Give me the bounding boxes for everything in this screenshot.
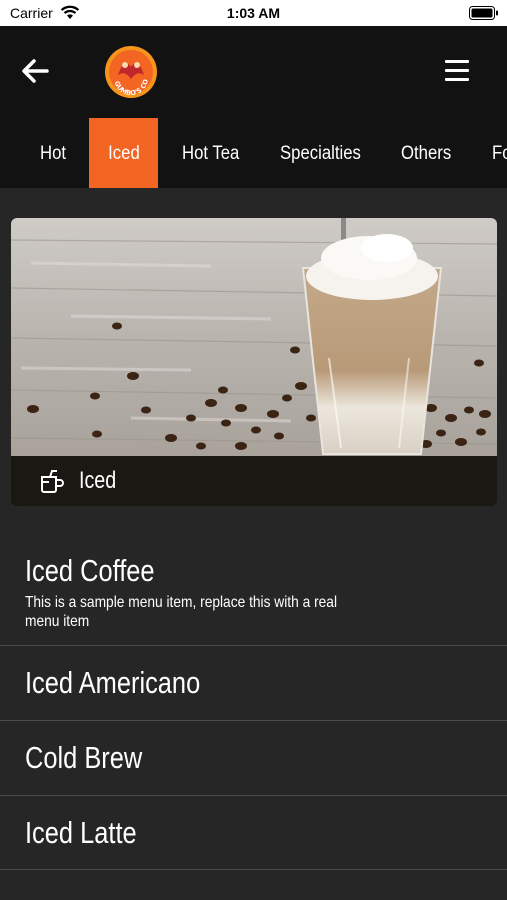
status-bar: Carrier 1:03 AM (0, 0, 507, 26)
tab-iced[interactable]: Iced (89, 118, 158, 188)
back-arrow-icon[interactable] (20, 56, 50, 86)
battery-icon (469, 6, 498, 20)
category-tabs: Hot Iced Hot Tea Specialties Others Fo (0, 118, 507, 188)
menu-item-iced-americano[interactable]: Iced Americano (0, 646, 507, 721)
tab-specialties[interactable]: Specialties (280, 118, 361, 188)
banner-title: Iced (79, 467, 117, 494)
status-time: 1:03 AM (226, 5, 281, 21)
brand-logo: GUMBO'S COFFEE (104, 45, 157, 98)
menu-item-description: This is a sample menu item, replace this… (25, 594, 338, 630)
category-banner: Iced (11, 218, 497, 506)
tab-hot[interactable]: Hot (40, 118, 66, 188)
iced-coffee-photo (11, 218, 497, 456)
menu-item-name: Iced Coffee (25, 553, 155, 588)
menu-item-iced-latte[interactable]: Iced Latte (0, 796, 507, 870)
top-navbar: GUMBO'S COFFEE (0, 26, 507, 118)
menu-item-iced-coffee[interactable]: Iced Coffee This is a sample menu item, … (0, 545, 507, 646)
tab-food[interactable]: Fo (492, 118, 507, 188)
tab-others[interactable]: Others (401, 118, 451, 188)
menu-item-name: Iced Latte (25, 815, 137, 850)
cup-icon (41, 470, 64, 493)
menu-item-cold-brew[interactable]: Cold Brew (0, 721, 507, 796)
menu-item-name: Iced Americano (25, 665, 201, 700)
hamburger-menu-icon[interactable] (445, 60, 469, 82)
tab-hot-tea[interactable]: Hot Tea (182, 118, 239, 188)
menu-item-name: Cold Brew (25, 740, 143, 775)
banner-caption: Iced (11, 456, 497, 506)
